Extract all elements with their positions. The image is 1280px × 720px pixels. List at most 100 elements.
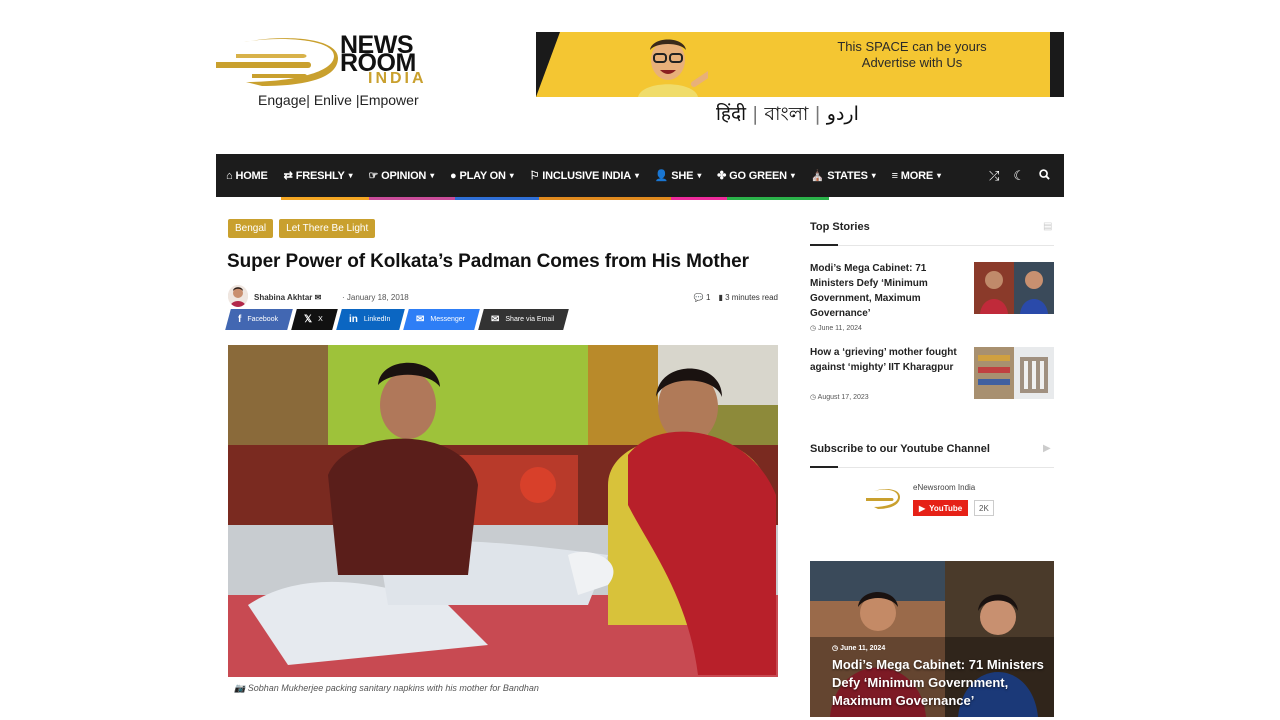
chevron-down-icon: ▾ bbox=[871, 171, 876, 180]
story-link-1[interactable]: Modi’s Mega Cabinet: 71 Ministers Defy ‘… bbox=[810, 261, 970, 321]
caption-text: Sobhan Mukherjee packing sanitary napkin… bbox=[247, 683, 539, 693]
youtube-play-icon: ▶ bbox=[919, 503, 926, 513]
linkedin-icon: in bbox=[348, 314, 358, 325]
flag-icon: ⚐ bbox=[529, 170, 540, 182]
top-stories-heading: Top Stories bbox=[810, 221, 870, 233]
lang-separator: | bbox=[814, 103, 821, 125]
share-facebook-button[interactable]: f Facebook bbox=[225, 309, 293, 330]
youtube-subscribe-button[interactable]: ▶ YouTube bbox=[913, 500, 969, 516]
nav-item-label: SHE bbox=[671, 169, 694, 182]
story-link-2[interactable]: How a ‘grieving’ mother fought against ‘… bbox=[810, 345, 970, 375]
article-tags: Bengal Let There Be Light bbox=[228, 219, 376, 238]
leaf-icon: ✤ bbox=[717, 170, 727, 182]
search-icon[interactable] bbox=[1039, 168, 1050, 183]
lang-bangla[interactable]: বাংলা bbox=[764, 103, 808, 125]
nav-underline-segment bbox=[671, 197, 727, 200]
home-icon: ⌂ bbox=[226, 169, 233, 182]
clock-icon: ◷ bbox=[832, 645, 839, 652]
nav-items: ⌂ HOME ⇄ FRESHLY ▾ ☞ OPINION ▾ ● PLAY ON ▾ ⚐ INCLUSI… bbox=[226, 154, 957, 197]
nav-item-freshly[interactable]: ⇄ FRESHLY ▾ bbox=[283, 169, 361, 183]
publish-date: · January 18, 2018 bbox=[342, 293, 409, 302]
camera-icon: 📷 bbox=[234, 683, 246, 693]
nav-item-label: HOME bbox=[235, 169, 268, 182]
moon-icon[interactable]: ☾ bbox=[1013, 168, 1025, 184]
envelope-icon[interactable]: ✉ bbox=[315, 293, 322, 302]
youtube-button-label: YouTube bbox=[929, 503, 963, 513]
nav-item-play-on[interactable]: ● PLAY ON ▾ bbox=[450, 170, 522, 182]
author-name[interactable]: Shabina Akhtar ✉ bbox=[254, 293, 321, 302]
nav-item-she[interactable]: 👤 SHE ▾ bbox=[655, 169, 709, 183]
lang-hindi[interactable]: हिंदी bbox=[716, 103, 746, 125]
chevron-down-icon: ▾ bbox=[430, 171, 435, 180]
ad-line2: Advertise with Us bbox=[861, 55, 963, 70]
ad-person-image bbox=[638, 39, 708, 97]
article-meta: Shabina Akhtar ✉ · January 18, 2018 💬 1 … bbox=[228, 285, 778, 309]
chevron-down-icon: ▾ bbox=[509, 171, 514, 180]
share-messenger-button[interactable]: ✉ Messenger bbox=[403, 309, 481, 330]
comments-count-text: 1 bbox=[705, 293, 711, 302]
youtube-heading: Subscribe to our Youtube Channel bbox=[810, 443, 990, 455]
story-thumb-1[interactable] bbox=[974, 262, 1054, 314]
youtube-icon: ▶ bbox=[1043, 443, 1051, 454]
chevron-down-icon: ▾ bbox=[634, 171, 639, 180]
share-linkedin-button[interactable]: in LinkedIn bbox=[336, 309, 406, 330]
meta-stats: 💬 1 ▮ 3 minutes read bbox=[694, 293, 778, 302]
tag-bengal[interactable]: Bengal bbox=[228, 219, 274, 238]
chevron-down-icon: ▾ bbox=[348, 171, 353, 180]
publish-date-text: January 18, 2018 bbox=[346, 293, 409, 302]
tagline-empower: Empower bbox=[359, 92, 419, 108]
nav-item-opinion[interactable]: ☞ OPINION ▾ bbox=[368, 169, 442, 183]
featured-date: ◷ June 11, 2024 bbox=[832, 644, 885, 652]
article-hero-image[interactable] bbox=[228, 345, 778, 677]
nav-item-inclusive-india[interactable]: ⚐ INCLUSIVE INDIA ▾ bbox=[529, 169, 647, 183]
ad-stripe-right bbox=[1050, 32, 1064, 97]
author-name-text[interactable]: Shabina Akhtar bbox=[254, 293, 312, 302]
logo-swoosh-icon bbox=[216, 38, 338, 86]
tag-let-there-be-light[interactable]: Let There Be Light bbox=[279, 219, 376, 238]
advertisement-banner[interactable]: This SPACE can be yours Advertise with U… bbox=[536, 32, 1064, 97]
ad-stripe-left bbox=[536, 32, 560, 97]
facebook-icon: f bbox=[238, 314, 242, 325]
lang-urdu[interactable]: اردو bbox=[827, 103, 859, 125]
bookmark-icon: ▮ bbox=[718, 293, 723, 302]
author-avatar[interactable] bbox=[228, 285, 248, 307]
nav-underline-segment bbox=[281, 197, 369, 200]
share-label: X bbox=[318, 316, 323, 323]
messenger-icon: ✉ bbox=[416, 314, 425, 325]
nav-item-home[interactable]: ⌂ HOME bbox=[226, 170, 276, 182]
story-thumb-2[interactable] bbox=[974, 347, 1054, 399]
story-date-1: ◷ June 11, 2024 bbox=[810, 324, 862, 332]
nav-item-more[interactable]: ≡ MORE ▾ bbox=[892, 170, 949, 182]
read-time: ▮ 3 minutes read bbox=[718, 293, 778, 302]
featured-title[interactable]: Modi’s Mega Cabinet: 71 Ministers Defy ‘… bbox=[832, 656, 1054, 710]
nav-item-go-green[interactable]: ✤ GO GREEN ▾ bbox=[717, 169, 803, 183]
ad-text: This SPACE can be yours Advertise with U… bbox=[832, 39, 992, 71]
nav-item-states[interactable]: ⛪ STATES ▾ bbox=[811, 169, 884, 183]
ad-line1: This SPACE can be yours bbox=[837, 39, 987, 54]
nav-item-label: GO GREEN bbox=[729, 169, 787, 182]
tagline-enlive: Enlive bbox=[313, 92, 352, 108]
share-label: Facebook bbox=[247, 316, 279, 323]
site-logo[interactable]: NEWS ROOM INDIA Engage| Enlive |Empower bbox=[216, 33, 448, 110]
shuffle-icon[interactable]: ⤮ bbox=[989, 168, 999, 184]
tagline-engage: Engage bbox=[258, 92, 307, 108]
clock-icon: ◷ bbox=[810, 394, 817, 401]
language-switcher: हिंदी | বাংলা | اردو bbox=[716, 100, 859, 132]
lang-separator: | bbox=[752, 103, 759, 125]
chevron-down-icon: ▾ bbox=[937, 171, 941, 180]
channel-name[interactable]: eNewsroom India bbox=[913, 483, 975, 492]
retweet-icon: ⇄ bbox=[283, 170, 293, 182]
nav-item-label: INCLUSIVE INDIA bbox=[542, 169, 631, 182]
comments-count[interactable]: 💬 1 bbox=[694, 293, 711, 302]
subscriber-count: 2K bbox=[974, 500, 994, 516]
nav-underline-segment bbox=[455, 197, 539, 200]
top-stories-divider bbox=[810, 244, 1054, 246]
channel-logo-icon[interactable] bbox=[866, 488, 900, 512]
nav-item-label: FRESHLY bbox=[295, 169, 345, 182]
read-time-text: 3 minutes read bbox=[725, 293, 778, 302]
nav-tools: ⤮ ☾ bbox=[989, 154, 1050, 197]
email-icon: ✉ bbox=[491, 314, 500, 325]
story-date-1-text: June 11, 2024 bbox=[818, 325, 862, 332]
share-x-button[interactable]: 𝕏X bbox=[291, 309, 338, 330]
share-share-via-email-button[interactable]: ✉ Share via Email bbox=[478, 309, 570, 330]
